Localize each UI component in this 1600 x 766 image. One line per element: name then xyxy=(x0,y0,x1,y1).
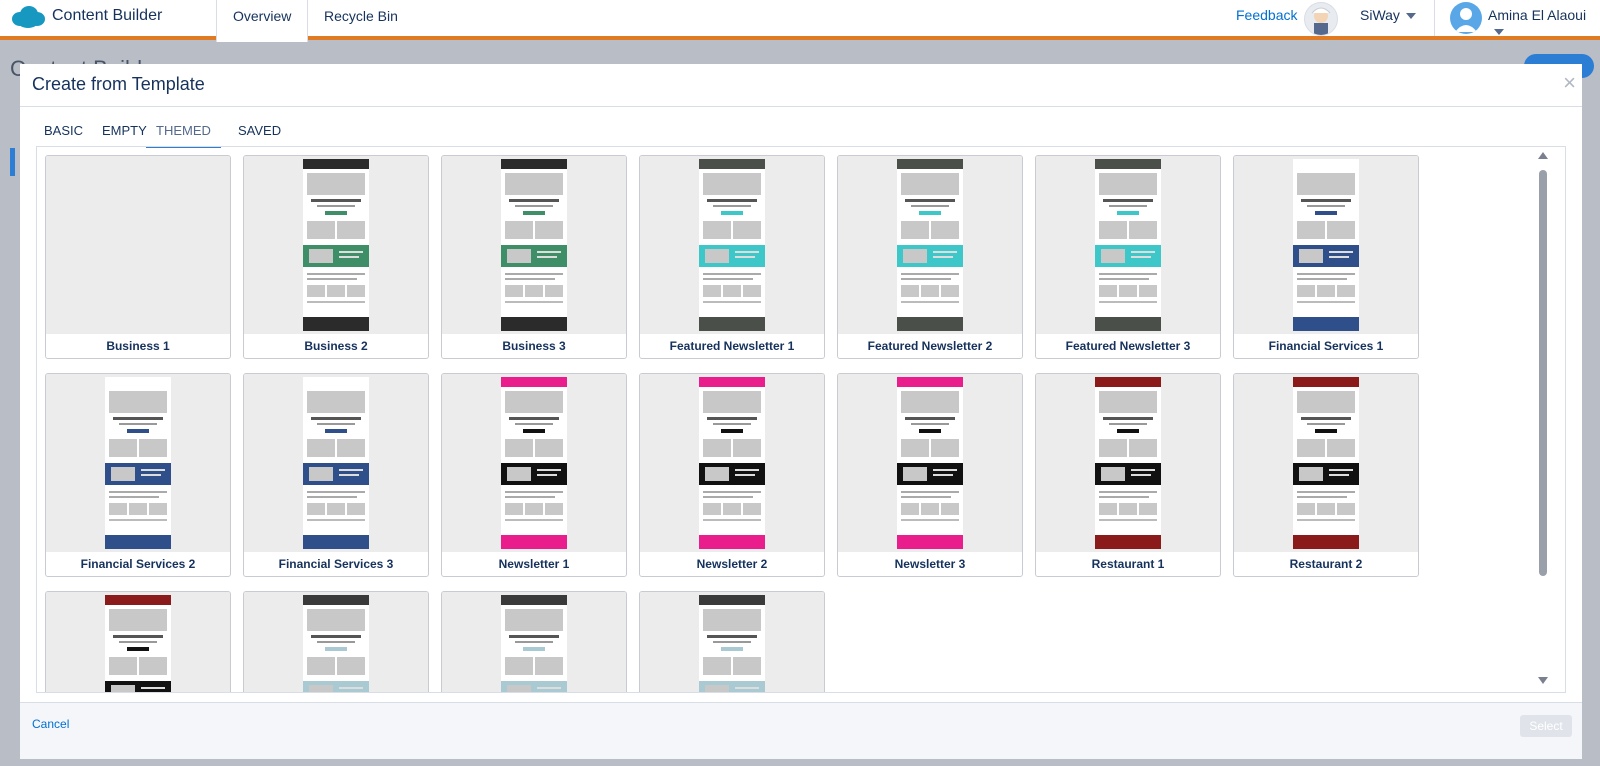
template-card[interactable]: Financial Services 2 xyxy=(45,373,231,577)
email-preview-icon xyxy=(1095,159,1161,331)
create-from-template-modal: Create from Template × BASIC EMPTY THEME… xyxy=(20,64,1582,759)
email-preview-icon xyxy=(1095,377,1161,549)
chevron-down-icon xyxy=(1405,13,1416,20)
nav-tab-overview[interactable]: Overview xyxy=(216,0,309,42)
template-card-label: Business 3 xyxy=(502,339,566,353)
template-card[interactable]: Newsletter 3 xyxy=(837,373,1023,577)
template-card[interactable] xyxy=(243,591,429,692)
template-card-label: Newsletter 1 xyxy=(498,557,570,571)
template-card-label: Business 2 xyxy=(304,339,368,353)
tab-basic[interactable]: BASIC xyxy=(44,122,83,146)
modal-header: Create from Template × xyxy=(20,64,1582,107)
org-switcher[interactable]: SiWay xyxy=(1360,7,1416,23)
user-name: Amina El Alaoui xyxy=(1488,7,1587,23)
template-grid: Business 1 Business 2 Business 3 Featured N… xyxy=(36,146,1566,693)
einstein-avatar-icon[interactable] xyxy=(1304,2,1338,36)
email-preview-icon xyxy=(699,595,765,692)
chevron-down-icon xyxy=(1494,29,1504,36)
email-preview-icon xyxy=(1293,377,1359,549)
modal-title: Create from Template xyxy=(32,74,205,94)
template-card[interactable]: Restaurant 1 xyxy=(1035,373,1221,577)
template-card-label: Restaurant 2 xyxy=(1289,557,1363,571)
email-preview-icon xyxy=(303,377,369,549)
template-card[interactable]: Business 2 xyxy=(243,155,429,359)
close-icon[interactable]: × xyxy=(1563,72,1576,94)
cancel-button[interactable]: Cancel xyxy=(32,717,69,731)
org-name: SiWay xyxy=(1360,7,1400,23)
template-card[interactable]: Financial Services 3 xyxy=(243,373,429,577)
scrollbar-thumb[interactable] xyxy=(1539,170,1547,576)
template-card[interactable]: Business 3 xyxy=(441,155,627,359)
template-card-label: Financial Services 1 xyxy=(1268,339,1384,353)
template-card[interactable] xyxy=(441,591,627,692)
scroll-down-arrow-icon[interactable] xyxy=(1538,677,1548,684)
template-card-label: Restaurant 1 xyxy=(1091,557,1165,571)
email-preview-icon xyxy=(105,595,171,692)
top-app-bar: Content Builder Overview Recycle Bin Fee… xyxy=(0,0,1600,42)
nav-tab-recycle-bin[interactable]: Recycle Bin xyxy=(308,0,414,40)
email-preview-icon xyxy=(897,159,963,331)
modal-footer: Cancel Select xyxy=(20,702,1582,759)
template-scrollbar[interactable] xyxy=(1536,148,1550,688)
email-preview-icon xyxy=(501,159,567,331)
template-card[interactable] xyxy=(45,591,231,692)
background-sidebar-accent xyxy=(10,148,15,176)
template-card[interactable]: Restaurant 2 xyxy=(1233,373,1419,577)
template-card[interactable]: Newsletter 2 xyxy=(639,373,825,577)
template-card-label: Featured Newsletter 2 xyxy=(867,339,993,353)
scroll-up-arrow-icon[interactable] xyxy=(1538,152,1548,159)
template-card-label: Business 1 xyxy=(106,339,170,353)
app-title: Content Builder xyxy=(52,7,163,24)
salesforce-cloud-icon[interactable] xyxy=(10,5,46,29)
template-thumbnail xyxy=(46,156,230,334)
user-avatar-icon[interactable] xyxy=(1450,2,1482,34)
header-divider xyxy=(1434,0,1435,36)
template-card[interactable]: Featured Newsletter 2 xyxy=(837,155,1023,359)
template-card[interactable]: Featured Newsletter 1 xyxy=(639,155,825,359)
email-preview-icon xyxy=(501,377,567,549)
template-card-label: Newsletter 3 xyxy=(894,557,966,571)
email-preview-icon xyxy=(501,595,567,692)
email-preview-icon xyxy=(1293,159,1359,331)
template-card[interactable]: Financial Services 1 xyxy=(1233,155,1419,359)
template-card[interactable]: Featured Newsletter 3 xyxy=(1035,155,1221,359)
email-preview-icon xyxy=(897,377,963,549)
email-preview-icon xyxy=(303,159,369,331)
template-card-label: Featured Newsletter 3 xyxy=(1065,339,1191,353)
select-button[interactable]: Select xyxy=(1520,715,1572,737)
template-card-label: Featured Newsletter 1 xyxy=(669,339,795,353)
template-card-label: Financial Services 2 xyxy=(80,557,196,571)
tab-saved[interactable]: SAVED xyxy=(238,122,281,146)
user-menu[interactable]: Amina El Alaoui xyxy=(1488,7,1600,39)
email-preview-icon xyxy=(699,159,765,331)
email-preview-icon xyxy=(303,595,369,692)
template-card[interactable]: Business 1 xyxy=(45,155,231,359)
email-preview-icon xyxy=(699,377,765,549)
tab-themed[interactable]: THEMED xyxy=(146,122,221,148)
tab-empty[interactable]: EMPTY xyxy=(102,122,147,146)
template-card[interactable]: Newsletter 1 xyxy=(441,373,627,577)
template-card-label: Financial Services 3 xyxy=(278,557,394,571)
email-preview-icon xyxy=(105,377,171,549)
template-card-label: Newsletter 2 xyxy=(696,557,768,571)
feedback-link[interactable]: Feedback xyxy=(1236,7,1297,23)
template-card[interactable] xyxy=(639,591,825,692)
